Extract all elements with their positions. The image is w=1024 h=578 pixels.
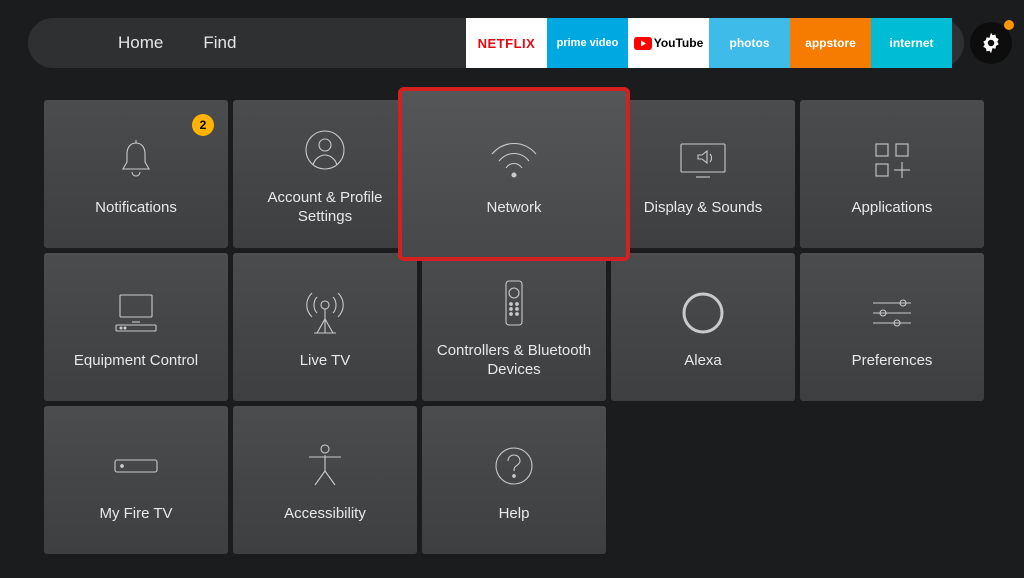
- app-netflix[interactable]: NETFLIX: [466, 18, 547, 68]
- card-display-sounds[interactable]: Display & Sounds: [611, 100, 795, 248]
- card-label: Notifications: [95, 199, 177, 218]
- display-sound-icon: [678, 131, 728, 189]
- app-appstore[interactable]: appstore: [790, 18, 871, 68]
- nav-pill: Home Find NETFLIX prime video YouTube ph…: [28, 18, 964, 68]
- profile-icon: [304, 121, 346, 179]
- card-label: Network: [486, 199, 541, 218]
- bell-icon: [116, 131, 156, 189]
- gear-icon: [978, 30, 1004, 56]
- card-accessibility[interactable]: Accessibility: [233, 406, 417, 554]
- wifi-icon: [486, 131, 542, 189]
- nav-home[interactable]: Home: [118, 33, 163, 53]
- equipment-icon: [112, 284, 160, 342]
- remote-icon: [503, 274, 525, 332]
- card-my-fire-tv[interactable]: My Fire TV: [44, 406, 228, 554]
- accessibility-person-icon: [305, 437, 345, 495]
- top-bar: Home Find NETFLIX prime video YouTube ph…: [28, 18, 1012, 68]
- antenna-icon: [304, 284, 346, 342]
- nav-find[interactable]: Find: [203, 33, 236, 53]
- card-label: Live TV: [300, 352, 351, 371]
- card-label: Account & Profile Settings: [243, 189, 407, 227]
- card-label: Help: [499, 505, 530, 524]
- app-primevideo[interactable]: prime video: [547, 18, 628, 68]
- card-controllers-bluetooth[interactable]: Controllers & Bluetooth Devices: [422, 253, 606, 401]
- app-youtube-label: YouTube: [654, 36, 704, 50]
- card-live-tv[interactable]: Live TV: [233, 253, 417, 401]
- card-label: Accessibility: [284, 505, 366, 524]
- app-youtube[interactable]: YouTube: [628, 18, 709, 68]
- card-label: Equipment Control: [74, 352, 198, 371]
- settings-grid: 2 Notifications Account & Profile Settin…: [44, 100, 984, 554]
- card-account[interactable]: Account & Profile Settings: [233, 100, 417, 248]
- card-preferences[interactable]: Preferences: [800, 253, 984, 401]
- card-label: Display & Sounds: [644, 199, 762, 218]
- card-label: My Fire TV: [99, 505, 172, 524]
- firetv-box-icon: [111, 437, 161, 495]
- apps-grid-icon: [872, 131, 912, 189]
- settings-gear-button[interactable]: [970, 22, 1012, 64]
- card-equipment-control[interactable]: Equipment Control: [44, 253, 228, 401]
- card-alexa[interactable]: Alexa: [611, 253, 795, 401]
- card-label: Preferences: [852, 352, 933, 371]
- youtube-play-icon: [634, 37, 652, 50]
- app-internet[interactable]: internet: [871, 18, 952, 68]
- card-label: Alexa: [684, 352, 722, 371]
- sliders-icon: [869, 284, 915, 342]
- notification-count-badge: 2: [192, 114, 214, 136]
- alexa-ring-icon: [681, 284, 725, 342]
- card-help[interactable]: Help: [422, 406, 606, 554]
- card-notifications[interactable]: 2 Notifications: [44, 100, 228, 248]
- card-applications[interactable]: Applications: [800, 100, 984, 248]
- card-label: Controllers & Bluetooth Devices: [432, 342, 596, 380]
- card-network[interactable]: Network: [401, 90, 627, 258]
- card-label: Applications: [852, 199, 933, 218]
- app-shortcut-row: NETFLIX prime video YouTube photos appst…: [466, 18, 952, 68]
- help-icon: [493, 437, 535, 495]
- app-photos[interactable]: photos: [709, 18, 790, 68]
